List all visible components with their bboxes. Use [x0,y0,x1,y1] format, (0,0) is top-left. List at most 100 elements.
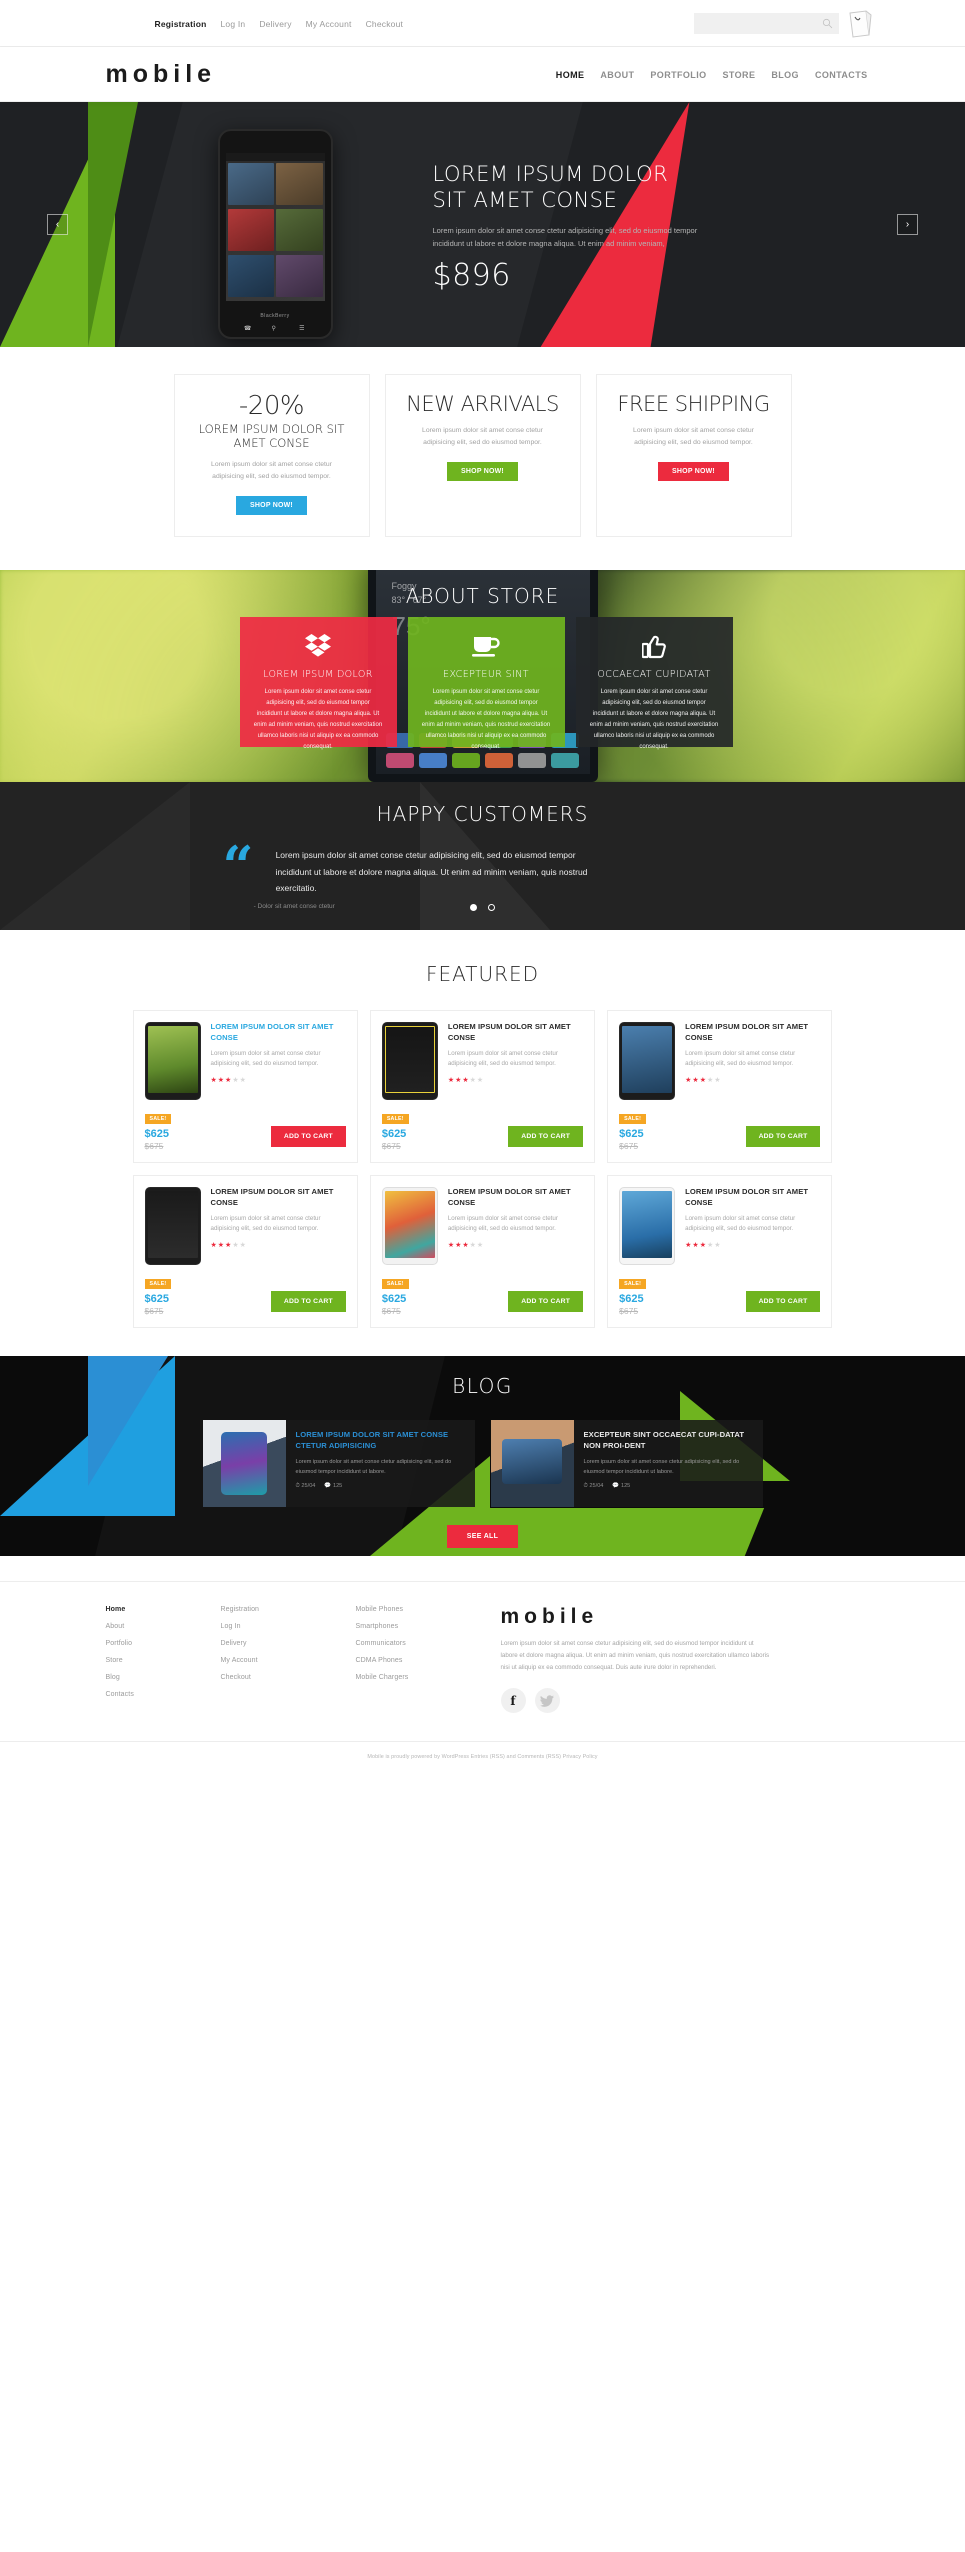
about-card-description: Lorem ipsum dolor sit amet conse ctetur … [589,689,719,751]
footer-link-delivery[interactable]: Delivery [221,1640,338,1647]
topbar-link-registration[interactable]: Registration [155,19,207,29]
product-description: Lorem ipsum dolor sit amet conse ctetur … [685,1214,796,1233]
blog-post[interactable]: EXCEPTEUR SINT OCCAECAT CUPI-DATAT NON P… [490,1420,763,1507]
topbar-link-checkout[interactable]: Checkout [366,19,404,29]
nav-item-blog[interactable]: BLOG [771,70,799,80]
add-to-cart-button[interactable]: ADD TO CART [745,1126,821,1147]
nav-item-home[interactable]: HOME [556,70,585,80]
nav-item-store[interactable]: STORE [723,70,756,80]
sale-badge: SALE! [381,1279,409,1289]
footer-link-mobile-phones[interactable]: Mobile Phones [356,1606,473,1613]
product-image[interactable] [619,1187,676,1265]
page-root: Registration Log In Delivery My Account … [0,0,965,1785]
product-card[interactable]: LOREM IPSUM DOLOR SIT AMET CONSE Lorem i… [132,1175,358,1328]
search-icon[interactable] [822,18,833,29]
product-title[interactable]: LOREM IPSUM DOLOR SIT AMET CONSE [448,1187,583,1209]
product-title[interactable]: LOREM IPSUM DOLOR SIT AMET CONSE [448,1022,583,1044]
utility-topbar: Registration Log In Delivery My Account … [0,0,965,47]
product-rating: ★★★★★ [685,1241,722,1249]
product-image[interactable] [144,1187,201,1265]
add-to-cart-button[interactable]: ADD TO CART [270,1291,346,1312]
footer-link-blog[interactable]: Blog [106,1674,203,1681]
nav-item-about[interactable]: ABOUT [600,70,634,80]
slider-next-button[interactable]: › [897,213,918,235]
product-title[interactable]: LOREM IPSUM DOLOR SIT AMET CONSE [211,1022,346,1044]
footer-link-registration[interactable]: Registration [221,1606,338,1613]
product-card[interactable]: LOREM IPSUM DOLOR SIT AMET CONSE Lorem i… [607,1175,833,1328]
search-box[interactable] [693,13,839,34]
footer-link-checkout[interactable]: Checkout [221,1674,338,1681]
testimonial-dot-1[interactable] [470,904,478,911]
footer-about-text: Lorem ipsum dolor sit amet conse ctetur … [500,1640,770,1672]
hero-product-image: BlackBerry ☎ ⚲ ☰ [217,129,333,339]
blog-post-excerpt: Lorem ipsum dolor sit amet conse ctetur … [583,1458,740,1475]
footer-link-portfolio[interactable]: Portfolio [106,1640,203,1647]
product-card[interactable]: LOREM IPSUM DOLOR SIT AMET CONSE Lorem i… [369,1010,596,1163]
cart-icon[interactable] [847,9,873,39]
nav-item-contacts[interactable]: CONTACTS [815,70,868,80]
footer-link-home[interactable]: Home [106,1606,203,1613]
product-image[interactable] [619,1022,676,1100]
product-card[interactable]: LOREM IPSUM DOLOR SIT AMET CONSE Lorem i… [607,1010,833,1163]
footer-link-mobile-chargers[interactable]: Mobile Chargers [356,1674,473,1681]
add-to-cart-button[interactable]: ADD TO CART [508,1126,584,1147]
footer-link-store[interactable]: Store [106,1657,203,1664]
sale-badge: SALE! [144,1114,172,1124]
footer-logo[interactable]: mobile [501,1606,878,1627]
footer-link-cdma-phones[interactable]: CDMA Phones [356,1657,473,1664]
product-old-price: $675 [144,1306,164,1316]
footer-link-about[interactable]: About [106,1623,203,1630]
product-title[interactable]: LOREM IPSUM DOLOR SIT AMET CONSE [685,1022,820,1044]
blog-post-image[interactable] [490,1420,574,1507]
slider-prev-button[interactable]: ‹ [47,213,68,235]
site-logo[interactable]: mobile [88,62,217,87]
phone-menu-icon: ☰ [299,326,305,332]
product-image[interactable] [381,1187,438,1265]
hero-slider: BlackBerry ☎ ⚲ ☰ LOREM IPSUM DOLOR SIT A… [0,102,965,347]
utility-links: Registration Log In Delivery My Account … [93,19,404,29]
topbar-link-my-account[interactable]: My Account [306,19,352,29]
about-card-description: Lorem ipsum dolor sit amet conse ctetur … [421,689,551,751]
product-title[interactable]: LOREM IPSUM DOLOR SIT AMET CONSE [685,1187,820,1209]
about-card-excepteur-sint[interactable]: EXCEPTEUR SINT Lorem ipsum dolor sit ame… [407,617,565,750]
footer-link-contacts[interactable]: Contacts [106,1691,203,1698]
promo-shop-now-button[interactable]: SHOP NOW! [447,461,518,481]
add-to-cart-button[interactable]: ADD TO CART [270,1126,346,1147]
blog-post-title[interactable]: LOREM IPSUM DOLOR SIT AMET CONSE CTETUR … [296,1429,465,1452]
product-card[interactable]: LOREM IPSUM DOLOR SIT AMET CONSE Lorem i… [132,1010,358,1163]
blog-post-excerpt: Lorem ipsum dolor sit amet conse ctetur … [295,1458,452,1475]
phone-call-icon: ☎ [243,326,252,332]
product-image[interactable] [381,1022,438,1100]
product-image[interactable] [144,1022,201,1100]
testimonial-pagination [0,898,965,916]
promo-shop-now-button[interactable]: SHOP NOW! [236,496,307,516]
about-card-lorem-ipsum-dolor[interactable]: LOREM IPSUM DOLOR Lorem ipsum dolor sit … [239,617,397,750]
promo-shop-now-button[interactable]: SHOP NOW! [658,461,729,481]
footer-link-smartphones[interactable]: Smartphones [356,1623,473,1630]
product-title[interactable]: LOREM IPSUM DOLOR SIT AMET CONSE [211,1187,346,1209]
facebook-icon[interactable]: f [500,1688,526,1714]
add-to-cart-button[interactable]: ADD TO CART [745,1291,821,1312]
topbar-link-delivery[interactable]: Delivery [259,19,291,29]
see-all-button[interactable]: SEE ALL [446,1525,519,1548]
blog-post-title[interactable]: EXCEPTEUR SINT OCCAECAT CUPI-DATAT NON P… [584,1429,753,1452]
search-input[interactable] [699,19,822,28]
about-store-section: Foggy 83° 67° 75° ABOUT STORE [0,570,965,782]
footer-link-login[interactable]: Log In [221,1623,338,1630]
testimonial-dot-2[interactable] [487,904,495,911]
blog-post-image[interactable] [202,1420,286,1507]
topbar-link-login[interactable]: Log In [221,19,246,29]
product-description: Lorem ipsum dolor sit amet conse ctetur … [685,1049,796,1068]
blog-post-comments: 💬 125 [612,1482,631,1489]
about-card-title: LOREM IPSUM DOLOR [263,669,373,680]
about-card-occaecat-cupidatat[interactable]: OCCAECAT CUPIDATAT Lorem ipsum dolor sit… [575,617,733,750]
blog-post[interactable]: LOREM IPSUM DOLOR SIT AMET CONSE CTETUR … [202,1420,475,1507]
add-to-cart-button[interactable]: ADD TO CART [508,1291,584,1312]
product-card[interactable]: LOREM IPSUM DOLOR SIT AMET CONSE Lorem i… [369,1175,596,1328]
footer-link-communicators[interactable]: Communicators [356,1640,473,1647]
nav-item-portfolio[interactable]: PORTFOLIO [650,70,706,80]
twitter-icon[interactable] [534,1688,560,1714]
phone-nav-bar: ☎ ⚲ ☰ [220,325,331,332]
footer-column-pages: Home About Portfolio Store Blog Contacts [88,1606,203,1713]
footer-link-my-account[interactable]: My Account [221,1657,338,1664]
